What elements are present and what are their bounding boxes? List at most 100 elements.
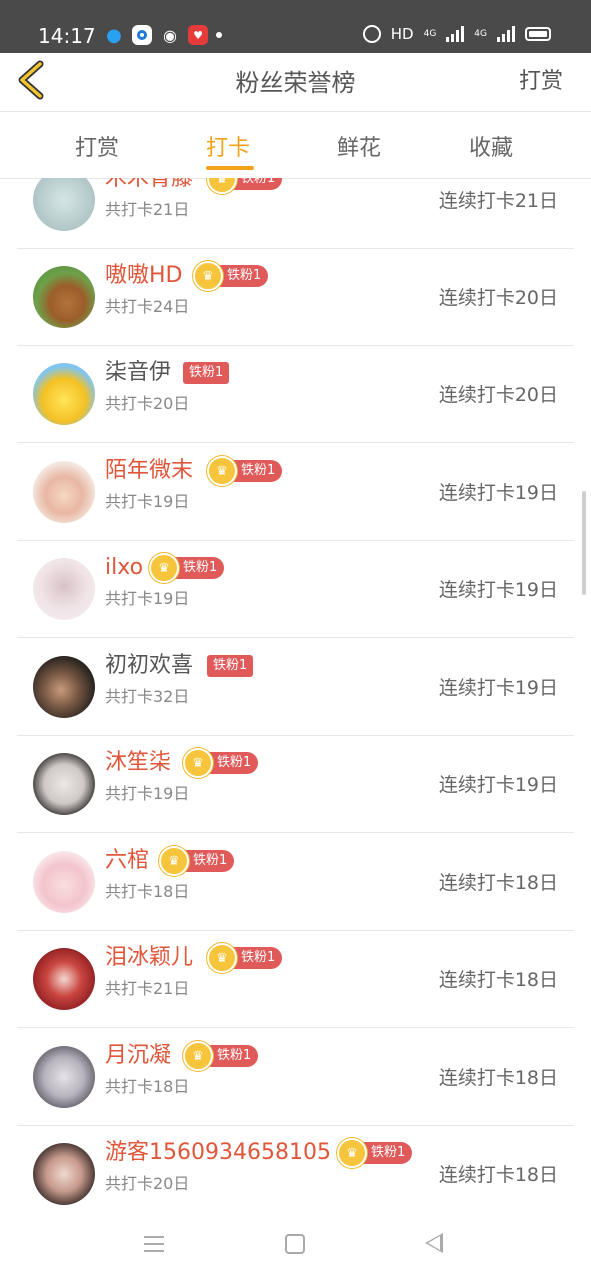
- fan-level-tag: 铁粉1: [183, 850, 235, 872]
- list-item[interactable]: 木木青藤 ♛ 铁粉1 共打卡21日 连续打卡21日: [17, 178, 574, 249]
- total-checkin: 共打卡32日: [105, 687, 190, 706]
- crown-icon: ♛: [337, 1138, 367, 1168]
- status-time: 14:17: [38, 24, 96, 48]
- crown-icon: ♛: [207, 456, 237, 486]
- fan-badge: ♛ 铁粉1: [337, 1138, 413, 1168]
- red-app-icon: ♥: [188, 25, 208, 45]
- more-dot-icon: [216, 32, 222, 38]
- crown-icon: ♛: [193, 261, 223, 291]
- list-item[interactable]: 陌年微末 ♛ 铁粉1 共打卡19日 连续打卡19日: [17, 444, 574, 541]
- title-bar: 粉丝荣誉榜 打赏: [0, 53, 591, 112]
- signal-icon: [446, 26, 465, 42]
- tab-bar: 打赏 打卡 鲜花 收藏: [0, 112, 591, 179]
- crown-icon: ♛: [183, 748, 213, 778]
- list-item[interactable]: 六棺 ♛ 铁粉1 共打卡18日 连续打卡18日: [17, 834, 574, 931]
- list-item[interactable]: 月沉凝 ♛ 铁粉1 共打卡18日 连续打卡18日: [17, 1029, 574, 1126]
- crown-icon: ♛: [183, 1041, 213, 1071]
- streak-checkin: 连续打卡19日: [438, 774, 558, 796]
- total-checkin: 共打卡19日: [105, 589, 190, 608]
- fan-level-tag: 铁粉1: [231, 460, 283, 482]
- back-triangle-icon[interactable]: [425, 1233, 443, 1253]
- crown-icon: ♛: [207, 178, 237, 194]
- total-checkin: 共打卡20日: [105, 1174, 190, 1193]
- list-item[interactable]: 游客1560934658105 ♛ 铁粉1 共打卡20日 连续打卡18日: [17, 1126, 574, 1208]
- avatar: [33, 558, 95, 620]
- crown-icon: ♛: [159, 846, 189, 876]
- tab-flowers[interactable]: 鲜花: [337, 130, 381, 162]
- fan-level-tag: 铁粉1: [207, 655, 254, 677]
- avatar: [33, 851, 95, 913]
- user-name: ilxo: [105, 555, 144, 580]
- fan-badge: ♛ 铁粉1: [207, 456, 283, 486]
- reward-button[interactable]: 打赏: [519, 63, 563, 95]
- signal-icon-2: [497, 26, 515, 42]
- avatar: [33, 753, 95, 815]
- fan-badge: ♛ 铁粉1: [183, 748, 259, 778]
- user-name: 游客1560934658105: [105, 1140, 331, 1165]
- list-item[interactable]: 柒音伊 铁粉1 共打卡20日 连续打卡20日: [17, 346, 574, 443]
- total-checkin: 共打卡21日: [105, 979, 190, 998]
- streak-checkin: 连续打卡18日: [438, 969, 558, 991]
- total-checkin: 共打卡18日: [105, 1077, 190, 1096]
- page-title: 粉丝荣誉榜: [235, 69, 356, 97]
- user-name: 泪冰颖儿: [105, 945, 194, 970]
- total-checkin: 共打卡19日: [105, 492, 190, 511]
- user-name: 初初欢喜: [105, 653, 194, 678]
- user-name: 沐笙柒: [105, 750, 172, 775]
- total-checkin: 共打卡18日: [105, 882, 190, 901]
- tab-active-indicator: [206, 166, 254, 170]
- tab-checkin[interactable]: 打卡: [206, 130, 250, 162]
- streak-checkin: 连续打卡18日: [438, 1067, 558, 1089]
- qq-icon: ●: [106, 24, 122, 46]
- fan-badge: ♛ 铁粉1: [149, 553, 225, 583]
- notification-icons: ● ◉ ♥: [104, 24, 222, 46]
- crown-icon: ♛: [149, 553, 179, 583]
- list-item[interactable]: 初初欢喜 铁粉1 共打卡32日 连续打卡19日: [17, 639, 574, 736]
- streak-checkin: 连续打卡18日: [438, 872, 558, 894]
- list-item[interactable]: 嗷嗷HD ♛ 铁粉1 共打卡24日 连续打卡20日: [17, 249, 574, 346]
- streak-checkin: 连续打卡19日: [438, 482, 558, 504]
- status-bar: 14:17 ● ◉ ♥ HD 4G 4G: [0, 0, 591, 53]
- fan-level-tag: 铁粉1: [207, 752, 259, 774]
- system-nav-bar: [0, 1208, 591, 1280]
- fan-badge: 铁粉1: [207, 653, 254, 679]
- signal1-label: 4G: [423, 29, 437, 39]
- fan-list[interactable]: 木木青藤 ♛ 铁粉1 共打卡21日 连续打卡21日 嗷嗷HD ♛ 铁粉1 共打卡…: [17, 178, 574, 1208]
- list-item[interactable]: 泪冰颖儿 ♛ 铁粉1 共打卡21日 连续打卡18日: [17, 931, 574, 1028]
- home-icon[interactable]: [285, 1234, 305, 1254]
- streak-checkin: 连续打卡20日: [438, 287, 558, 309]
- fan-badge: ♛ 铁粉1: [183, 1041, 259, 1071]
- menu-icon[interactable]: [144, 1236, 164, 1252]
- fan-level-tag: 铁粉1: [361, 1142, 413, 1164]
- alarm-icon: [362, 25, 381, 43]
- total-checkin: 共打卡20日: [105, 394, 190, 413]
- fan-badge: ♛ 铁粉1: [193, 261, 269, 291]
- total-checkin: 共打卡21日: [105, 200, 190, 219]
- tab-favorites[interactable]: 收藏: [469, 130, 513, 162]
- avatar: [33, 1046, 95, 1108]
- scrollbar[interactable]: [582, 491, 586, 595]
- fan-level-tag: 铁粉1: [207, 1045, 259, 1067]
- tab-reward[interactable]: 打赏: [75, 130, 119, 162]
- user-name: 嗷嗷HD: [105, 263, 183, 288]
- user-name: 月沉凝: [105, 1043, 172, 1068]
- total-checkin: 共打卡24日: [105, 297, 190, 316]
- fan-level-tag: 铁粉1: [231, 947, 283, 969]
- streak-checkin: 连续打卡18日: [438, 1164, 558, 1186]
- user-name: 六棺: [105, 848, 150, 873]
- signal2-label: 4G: [474, 29, 487, 39]
- streak-checkin: 连续打卡20日: [438, 384, 558, 406]
- system-icons: HD 4G 4G: [362, 25, 551, 43]
- streak-checkin: 连续打卡19日: [438, 579, 558, 601]
- user-name: 陌年微末: [105, 458, 194, 483]
- streak-checkin: 连续打卡19日: [438, 677, 558, 699]
- app-icon: [132, 25, 152, 45]
- list-item[interactable]: ilxo ♛ 铁粉1 共打卡19日 连续打卡19日: [17, 541, 574, 638]
- avatar: [33, 363, 95, 425]
- avatar: [33, 461, 95, 523]
- fan-badge: ♛ 铁粉1: [207, 178, 283, 194]
- list-item[interactable]: 沐笙柒 ♛ 铁粉1 共打卡19日 连续打卡19日: [17, 736, 574, 833]
- fan-badge: ♛ 铁粉1: [207, 943, 283, 973]
- fan-badge: ♛ 铁粉1: [159, 846, 235, 876]
- total-checkin: 共打卡19日: [105, 784, 190, 803]
